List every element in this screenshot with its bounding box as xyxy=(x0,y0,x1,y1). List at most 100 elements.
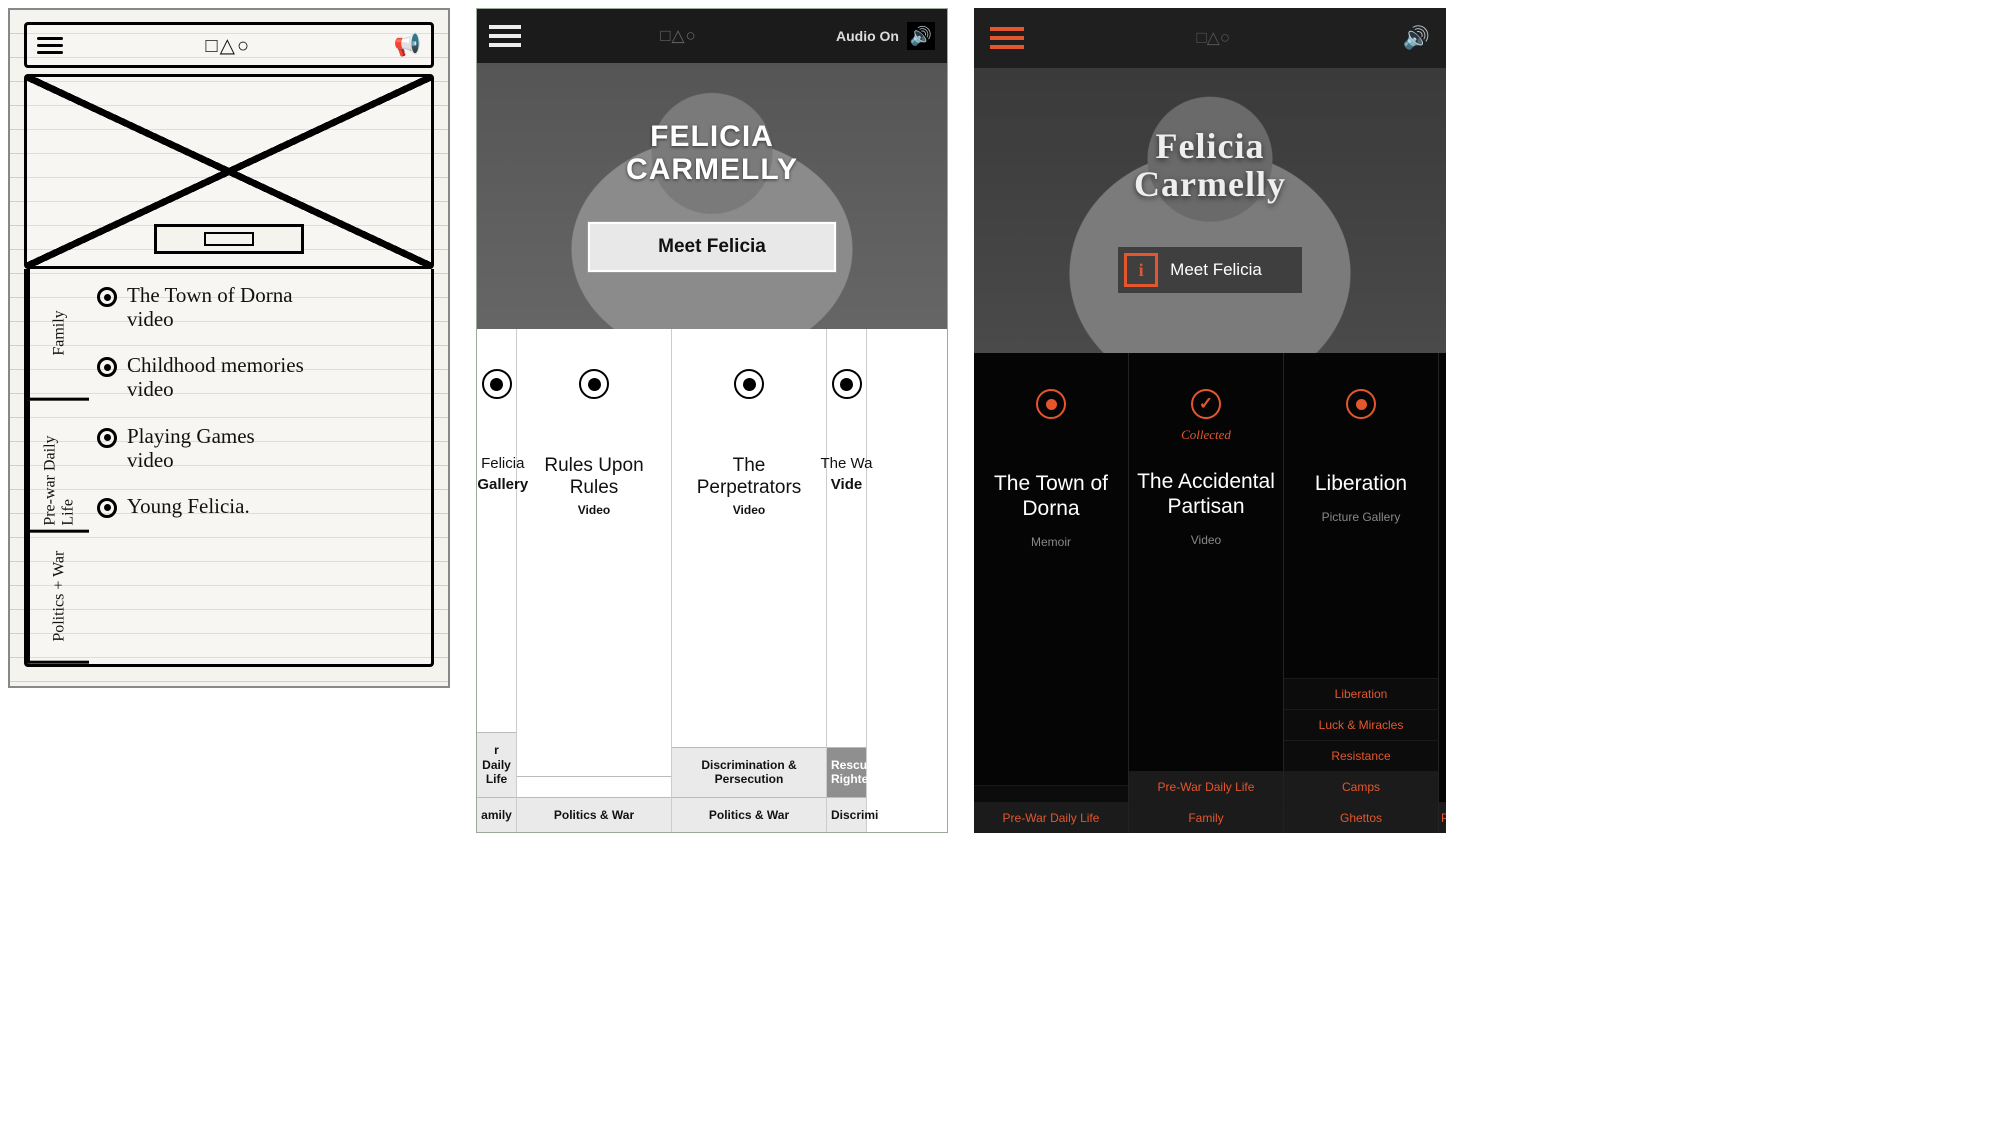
audio-label: Audio On xyxy=(836,28,899,44)
meet-button[interactable]: Meet Felicia xyxy=(588,222,836,272)
content-card[interactable]: The Perpetrators Video Discrimination & … xyxy=(672,329,827,832)
sketch-meet-button[interactable] xyxy=(154,224,304,254)
card-type: Video xyxy=(1191,533,1221,547)
card-title: The Town of Dorna xyxy=(974,471,1128,521)
bullet-icon xyxy=(97,428,117,448)
tag[interactable]: Pre-War Daily Life xyxy=(974,802,1128,833)
sketch-topbar: □△○ 📢 xyxy=(24,22,434,68)
card-tags: Discrimination & Persecution Politics & … xyxy=(672,747,826,832)
sketch-item-list: The Town of Dornavideo Childhood memorie… xyxy=(89,269,431,664)
collected-label: Collected xyxy=(1181,427,1231,443)
tag[interactable]: Discrimination & Persecution xyxy=(672,747,826,797)
item-text: Playing Gamesvideo xyxy=(127,424,255,472)
list-item[interactable]: Young Felicia. xyxy=(97,494,423,518)
card-type: Video xyxy=(578,503,610,517)
tag[interactable]: r Daily Life xyxy=(477,732,516,796)
card-title: The Perpetrators xyxy=(672,455,826,499)
content-card[interactable]: Liberation Picture Gallery Liberation Lu… xyxy=(1284,353,1439,833)
tab-prewar[interactable]: Pre-war Daily Life xyxy=(27,401,89,533)
logo-icon: □△○ xyxy=(660,26,697,46)
tag[interactable]: Politics & War xyxy=(672,797,826,832)
tab-family[interactable]: Family xyxy=(27,269,89,401)
logo-icon: □△○ xyxy=(206,33,252,58)
card-title: Rules Upon Rules xyxy=(517,455,671,499)
meet-label: Meet Felicia xyxy=(1170,260,1262,280)
tag[interactable]: amily xyxy=(477,797,516,832)
card-tags: Pre xyxy=(1439,802,1446,833)
card-tags: Liberation Luck & Miracles Resistance Ca… xyxy=(1284,678,1438,833)
tag[interactable]: Liberation xyxy=(1284,678,1438,709)
content-card[interactable]: The Town of Dorna Memoir . . . Pre-War D… xyxy=(974,353,1129,833)
hamburger-icon[interactable] xyxy=(37,33,63,58)
card-title: Liberation xyxy=(1307,471,1415,496)
tag[interactable]: Family xyxy=(1129,802,1283,833)
card-title: The Accidental Partisan xyxy=(1129,469,1283,519)
list-item[interactable]: Childhood memoriesvideo xyxy=(97,353,423,401)
status-dot-icon xyxy=(579,369,609,399)
logo-icon: □△○ xyxy=(1196,28,1230,48)
list-item[interactable]: The Town of Dornavideo xyxy=(97,283,423,331)
status-dot-icon xyxy=(734,369,764,399)
tag xyxy=(517,776,671,797)
card-title: The Wa xyxy=(815,455,879,472)
content-carousel[interactable]: The Town of Dorna Memoir . . . Pre-War D… xyxy=(974,353,1446,833)
survivor-name: FeliciaCarmelly xyxy=(1134,128,1286,204)
card-tags: Rescuer Righte Discrimi xyxy=(827,747,866,832)
item-text: Young Felicia. xyxy=(127,494,250,518)
collected-check-icon xyxy=(1191,389,1221,419)
tag[interactable]: Discrimi xyxy=(827,797,866,832)
sketch-side-tabs: Family Pre-war Daily Life Politics + War xyxy=(27,269,89,664)
card-type: Vide xyxy=(831,476,862,493)
sketch-hero-placeholder xyxy=(24,74,434,269)
grayscale-mockup: □△○ Audio On 🔊 FELICIACARMELLY Meet Feli… xyxy=(476,8,948,833)
content-card[interactable]: Rules Upon Rules Video Politics & War xyxy=(517,329,672,832)
top-bar: □△○ Audio On 🔊 xyxy=(477,9,947,63)
hero: FELICIACARMELLY Meet Felicia xyxy=(477,63,947,329)
content-card[interactable]: The Wa Vide Rescuer Righte Discrimi xyxy=(827,329,867,832)
bullet-icon xyxy=(97,498,117,518)
card-type: Picture Gallery xyxy=(1322,510,1401,524)
status-dot-icon xyxy=(1036,389,1066,419)
hero: FeliciaCarmelly i Meet Felicia xyxy=(974,68,1446,353)
speaker-icon[interactable]: 🔊 xyxy=(1403,25,1430,51)
content-carousel[interactable]: g Felicia e Gallery r Daily Life amily R… xyxy=(477,329,947,832)
hamburger-icon[interactable] xyxy=(990,22,1024,54)
top-bar: □△○ 🔊 xyxy=(974,8,1446,68)
card-type: Memoir xyxy=(1031,535,1071,549)
tag xyxy=(974,785,1128,802)
speaker-icon: 🔊 xyxy=(907,22,935,50)
tag[interactable]: Camps xyxy=(1284,771,1438,802)
status-dot-icon xyxy=(482,369,512,399)
content-card[interactable]: Collected The Accidental Partisan Video … xyxy=(1129,353,1284,833)
tag[interactable]: Pre-War Daily Life xyxy=(1129,771,1283,802)
tag[interactable]: Resistance xyxy=(1284,740,1438,771)
content-card[interactable]: g Felicia e Gallery r Daily Life amily xyxy=(477,329,517,832)
tag[interactable]: Pre xyxy=(1439,802,1446,833)
audio-toggle[interactable]: Audio On 🔊 xyxy=(836,22,935,50)
bullet-icon xyxy=(97,357,117,377)
meet-button[interactable]: i Meet Felicia xyxy=(1118,247,1302,293)
tag[interactable]: Rescuer Righte xyxy=(827,747,866,797)
tab-politics[interactable]: Politics + War xyxy=(27,532,89,664)
hamburger-icon[interactable] xyxy=(489,20,521,52)
item-text: The Town of Dornavideo xyxy=(127,283,293,331)
dark-theme-mockup: □△○ 🔊 FeliciaCarmelly i Meet Felicia The… xyxy=(974,8,1446,833)
speaker-icon[interactable]: 📢 xyxy=(394,32,421,58)
sketch-content: Family Pre-war Daily Life Politics + War… xyxy=(24,269,434,667)
card-tags: . . . Pre-War Daily Life Family xyxy=(1129,678,1283,833)
card-tags: r Daily Life amily xyxy=(477,732,516,832)
card-type: Video xyxy=(733,503,765,517)
list-item[interactable]: Playing Gamesvideo xyxy=(97,424,423,472)
tag[interactable]: Politics & War xyxy=(517,797,671,832)
bullet-icon xyxy=(97,287,117,307)
card-tags: Politics & War xyxy=(517,776,671,832)
info-icon: i xyxy=(1124,253,1158,287)
sketch-wireframe: □△○ 📢 Family Pre-war Daily Life Politics… xyxy=(8,8,450,688)
card-tags: . . . Pre-War Daily Life xyxy=(974,692,1128,833)
tag[interactable]: Luck & Miracles xyxy=(1284,709,1438,740)
status-dot-icon xyxy=(832,369,862,399)
item-text: Childhood memoriesvideo xyxy=(127,353,304,401)
tag[interactable]: Ghettos xyxy=(1284,802,1438,833)
survivor-name: FELICIACARMELLY xyxy=(626,120,798,186)
content-card-peek[interactable]: Pre xyxy=(1439,353,1446,833)
